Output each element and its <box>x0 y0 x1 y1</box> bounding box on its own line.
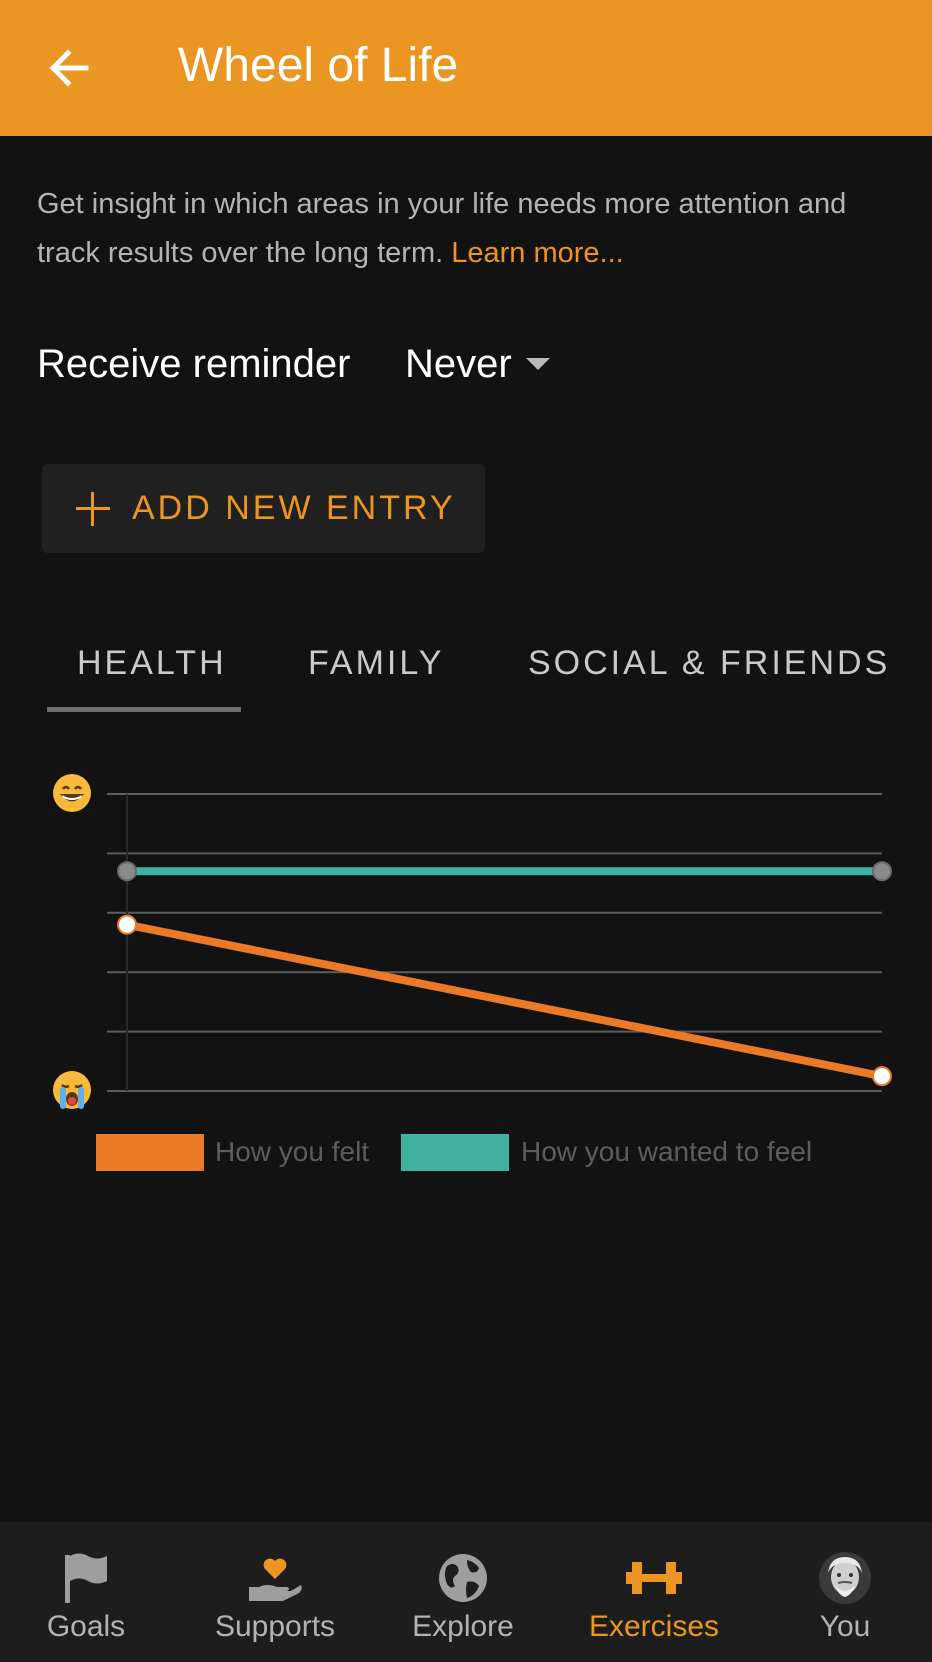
dumbbell-icon <box>624 1550 684 1606</box>
legend-swatch-wanted <box>401 1134 509 1171</box>
data-point-felt-1[interactable] <box>872 1066 892 1087</box>
intro-text: Get insight in which areas in your life … <box>37 180 897 278</box>
nav-goals[interactable]: Goals <box>36 1522 136 1662</box>
data-point-felt-0[interactable] <box>117 914 137 935</box>
nav-exercises[interactable]: Exercises <box>574 1522 734 1662</box>
arrow-back-icon <box>49 49 89 87</box>
globe-icon <box>433 1550 493 1606</box>
dropdown-caret-icon <box>525 358 550 370</box>
legend-swatch-felt <box>96 1134 204 1171</box>
bottom-navigation: Goals Supports Explore Exercises You <box>0 1522 932 1662</box>
reminder-dropdown[interactable]: Never <box>405 336 550 392</box>
app-bar: Wheel of Life <box>0 0 932 136</box>
learn-more-link[interactable]: Learn more... <box>451 237 623 269</box>
nav-goals-label: Goals <box>46 1610 126 1643</box>
tab-selected-indicator <box>47 707 241 712</box>
flag-icon <box>56 1550 116 1606</box>
back-button[interactable] <box>36 36 100 100</box>
data-point-wanted-1[interactable] <box>872 861 892 882</box>
tab-family[interactable]: FAMILY <box>308 644 444 683</box>
nav-you[interactable]: You <box>800 1522 890 1662</box>
intro-description: Get insight in which areas in your life … <box>37 188 847 269</box>
mood-line-chart <box>107 793 892 1092</box>
tab-social-friends[interactable]: SOCIAL & FRIENDS <box>528 644 890 683</box>
reminder-value: Never <box>405 341 512 386</box>
add-new-entry-button[interactable]: ADD NEW ENTRY <box>42 464 485 553</box>
data-point-wanted-0[interactable] <box>117 861 137 882</box>
nav-supports[interactable]: Supports <box>200 1522 350 1662</box>
nav-explore[interactable]: Explore <box>400 1522 526 1662</box>
avatar-icon <box>815 1550 875 1606</box>
tab-health[interactable]: HEALTH <box>77 644 227 683</box>
nav-supports-label: Supports <box>214 1610 336 1643</box>
series-line-felt <box>126 920 883 1081</box>
page-title: Wheel of Life <box>178 39 459 92</box>
legend-label-wanted: How you wanted to feel <box>521 1136 813 1167</box>
add-new-entry-label: ADD NEW ENTRY <box>132 489 456 527</box>
nav-exercises-label: Exercises <box>588 1610 720 1643</box>
chart-legend: How you felt How you wanted to feel <box>0 1132 932 1172</box>
legend-label-felt: How you felt <box>215 1136 370 1167</box>
reminder-label: Receive reminder <box>37 342 351 386</box>
heart-hand-icon <box>245 1550 305 1606</box>
nav-you-label: You <box>819 1610 871 1643</box>
plus-icon <box>76 491 110 526</box>
category-tabs: HEALTH FAMILY SOCIAL & FRIENDS <box>0 628 932 716</box>
nav-explore-label: Explore <box>412 1610 514 1643</box>
